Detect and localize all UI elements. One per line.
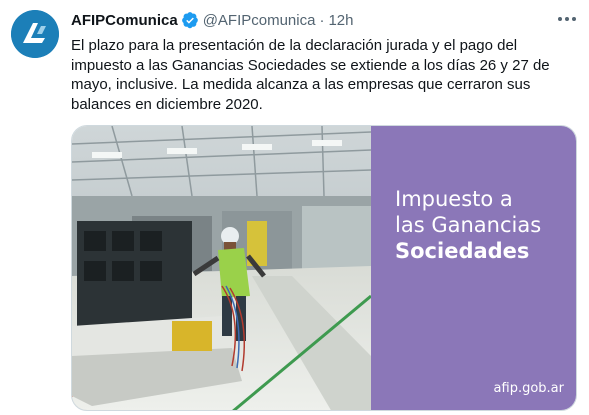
panel-title-line2: las Ganancias	[395, 213, 542, 237]
avatar[interactable]	[11, 10, 59, 58]
author-name[interactable]: AFIPComunica	[71, 12, 178, 29]
afip-logo-icon	[11, 10, 59, 58]
more-options-button[interactable]	[554, 8, 580, 30]
verified-badge-icon	[181, 11, 199, 29]
author-handle[interactable]: @AFIPcomunica	[203, 12, 316, 29]
panel-title-line1: Impuesto a	[395, 187, 513, 211]
panel-title: Impuesto a las Ganancias Sociedades	[395, 186, 575, 264]
tweet-media[interactable]: Impuesto a las Ganancias Sociedades afip…	[71, 125, 577, 411]
tweet-header: AFIPComunica @AFIPcomunica · 12h	[71, 10, 353, 30]
more-options-icon	[558, 17, 576, 21]
tweet-text: El plazo para la presentación de la decl…	[71, 37, 550, 113]
separator: ·	[319, 11, 325, 29]
factory-photo	[72, 126, 371, 410]
panel-title-line3: Sociedades	[395, 239, 530, 263]
info-panel: Impuesto a las Ganancias Sociedades afip…	[371, 126, 576, 410]
timestamp[interactable]: 12h	[328, 12, 353, 29]
brand-url: afip.gob.ar	[493, 381, 564, 396]
